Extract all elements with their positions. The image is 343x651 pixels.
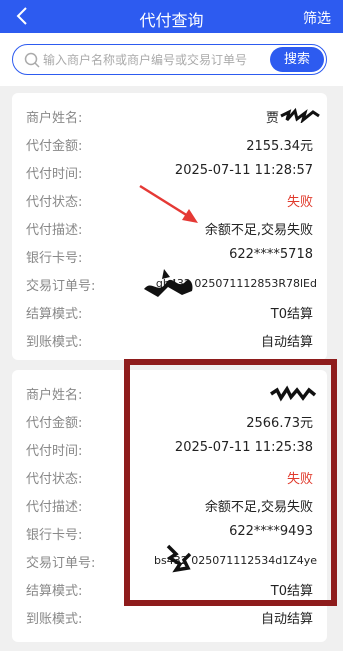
record-card[interactable]: 商户姓名: 贾 代付金额: 2155.34元 代付时间: 2025-07-11 …: [12, 93, 327, 360]
top-bar: 代付查询 筛选: [0, 0, 343, 33]
merchant-name-label: 商户姓名:: [26, 111, 83, 126]
amount-value: 2155.34元: [246, 139, 313, 154]
description-label: 代付描述:: [26, 500, 83, 515]
status-value: 失败: [286, 195, 313, 210]
merchant-name-row: 商户姓名: 贾: [12, 101, 327, 129]
search-bar: 搜索: [0, 33, 343, 86]
arrival-mode-row: 到账模式: 自动结算: [12, 325, 327, 353]
arrival-mode-value: 自动结算: [260, 612, 313, 627]
arrival-mode-row: 到账模式: 自动结算: [12, 602, 327, 630]
annotation-highlight-box: [124, 359, 337, 606]
merchant-name-value: 贾: [265, 111, 279, 126]
order-no-label: 交易订单号:: [26, 556, 96, 571]
description-value: 余额不足,交易失败: [204, 223, 313, 238]
search-button[interactable]: 搜索: [270, 47, 324, 72]
order-no-row: 交易订单号: qb432 025071112853R78lEd: [12, 269, 327, 297]
order-no-label: 交易订单号:: [26, 279, 96, 294]
amount-label: 代付金额:: [26, 139, 83, 154]
page-title: 代付查询: [139, 11, 204, 30]
time-label: 代付时间:: [26, 444, 83, 459]
settle-mode-value: T0结算: [270, 307, 313, 322]
redaction-scribble: [280, 107, 320, 123]
filter-button[interactable]: 筛选: [303, 8, 331, 28]
status-row: 代付状态: 失败: [12, 185, 327, 213]
amount-row: 代付金额: 2155.34元: [12, 129, 327, 157]
status-label: 代付状态:: [26, 195, 83, 210]
redaction-scribble: [144, 269, 193, 297]
settle-mode-label: 结算模式:: [26, 584, 83, 599]
time-value: 2025-07-11 11:28:57: [174, 163, 313, 178]
bank-card-value: 622****5718: [229, 247, 313, 262]
description-label: 代付描述:: [26, 223, 83, 238]
settle-mode-label: 结算模式:: [26, 307, 83, 322]
bank-card-label: 银行卡号:: [26, 528, 83, 543]
time-row: 代付时间: 2025-07-11 11:28:57: [12, 157, 327, 185]
arrival-mode-label: 到账模式:: [26, 612, 83, 627]
arrival-mode-value: 自动结算: [260, 335, 313, 350]
search-icon: [24, 52, 40, 68]
time-label: 代付时间:: [26, 167, 83, 182]
bank-card-label: 银行卡号:: [26, 251, 83, 266]
settle-mode-row: 结算模式: T0结算: [12, 297, 327, 325]
arrival-mode-label: 到账模式:: [26, 335, 83, 350]
status-label: 代付状态:: [26, 472, 83, 487]
merchant-name-label: 商户姓名:: [26, 388, 83, 403]
search-box: 搜索: [12, 44, 327, 75]
amount-label: 代付金额:: [26, 416, 83, 431]
search-input[interactable]: [43, 51, 263, 69]
description-row: 代付描述: 余额不足,交易失败: [12, 213, 327, 241]
